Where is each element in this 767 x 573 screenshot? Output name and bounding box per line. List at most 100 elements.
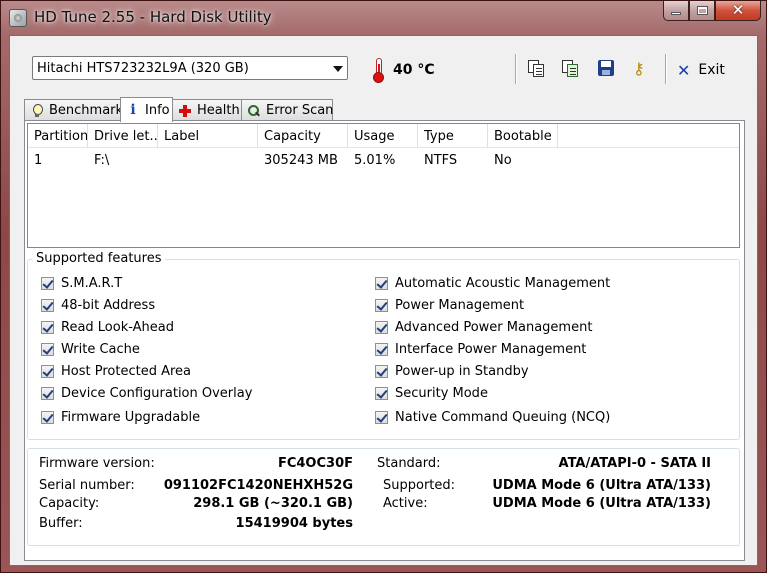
exit-label: Exit [698, 62, 725, 78]
feature-label: Interface Power Management [395, 342, 587, 357]
checkbox[interactable] [41, 365, 54, 378]
checkbox[interactable] [375, 387, 388, 400]
copy-info-icon[interactable] [526, 58, 546, 78]
lightbulb-icon [30, 103, 44, 118]
partition-cell: 1 [34, 153, 43, 168]
column-header[interactable]: Label [158, 124, 258, 148]
capacity-label: Capacity: [39, 496, 100, 511]
feature-checkbox-row[interactable]: Device Configuration Overlay [41, 386, 252, 401]
serial-value: 091102FC1420NEHXH52G [163, 478, 353, 493]
drive-select[interactable]: Hitachi HTS723232L9A (320 GB) [32, 56, 348, 80]
maximize-button[interactable] [689, 1, 715, 21]
feature-label: Automatic Acoustic Management [395, 276, 611, 291]
checkbox[interactable] [375, 411, 388, 424]
feature-label: Write Cache [61, 342, 140, 357]
feature-checkbox-row[interactable]: Power Management [375, 298, 524, 313]
save-icon[interactable] [596, 58, 616, 78]
main-client-area: Hitachi HTS723232L9A (320 GB) 40 °C ⚷ ✕ … [9, 35, 758, 566]
checkbox[interactable] [41, 277, 54, 290]
tab-label: Info [145, 102, 170, 118]
close-button[interactable]: ✕ [715, 1, 761, 21]
maximize-icon [696, 6, 708, 15]
health-cross-icon [178, 104, 192, 118]
temperature-readout: 40 °C [393, 62, 435, 78]
checkbox[interactable] [375, 299, 388, 312]
feature-checkbox-row[interactable]: Write Cache [41, 342, 140, 357]
feature-checkbox-row[interactable]: Firmware Upgradable [41, 410, 200, 425]
feature-checkbox-row[interactable]: Read Look-Ahead [41, 320, 174, 335]
column-header[interactable]: Drive let... [88, 124, 158, 148]
minimize-icon [671, 12, 681, 15]
thermometer-icon [372, 58, 386, 83]
serial-label: Serial number: [39, 478, 135, 493]
feature-checkbox-row[interactable]: Automatic Acoustic Management [375, 276, 610, 291]
feature-label: S.M.A.R.T [61, 276, 123, 291]
info-icon: i [130, 102, 136, 118]
tab-label: Error Scan [266, 103, 334, 118]
drive-letter-cell: F:\ [94, 153, 110, 168]
hdtune-app-icon[interactable] [9, 9, 27, 27]
feature-checkbox-row[interactable]: 48-bit Address [41, 298, 155, 313]
feature-label: Device Configuration Overlay [61, 386, 253, 401]
column-header[interactable]: Bootable [488, 124, 558, 148]
exit-icon: ✕ [677, 60, 691, 80]
feature-checkbox-row[interactable]: Interface Power Management [375, 342, 586, 357]
chevron-down-icon[interactable] [333, 66, 343, 72]
drive-details: Firmware version: FC4OC30F Serial number… [27, 448, 740, 546]
checkbox[interactable] [41, 321, 54, 334]
feature-label: Host Protected Area [61, 364, 191, 379]
feature-checkbox-row[interactable]: Power-up in Standby [375, 364, 529, 379]
close-icon: ✕ [731, 1, 745, 19]
feature-checkbox-row[interactable]: S.M.A.R.T [41, 276, 122, 291]
feature-label: Read Look-Ahead [61, 320, 175, 335]
toolbar-separator [515, 54, 516, 84]
checkbox[interactable] [375, 321, 388, 334]
tab-error-scan[interactable]: Error Scan [241, 99, 333, 121]
copy-icon[interactable] [560, 58, 580, 78]
window-title: HD Tune 2.55 - Hard Disk Utility [34, 8, 272, 26]
tab-health[interactable]: Health [172, 99, 242, 121]
tab-label: Health [197, 103, 240, 118]
standard-value: ATA/ATAPI-0 - SATA II [558, 456, 711, 471]
checkbox[interactable] [375, 365, 388, 378]
feature-label: Power-up in Standby [395, 364, 529, 379]
partition-list-header: Partition Drive let... Label Capacity Us… [28, 124, 739, 148]
checkbox[interactable] [375, 277, 388, 290]
options-icon[interactable]: ⚷ [632, 58, 652, 78]
feature-checkbox-row[interactable]: Native Command Queuing (NCQ) [375, 410, 610, 425]
title-bar[interactable]: HD Tune 2.55 - Hard Disk Utility ✕ [1, 1, 766, 35]
checkbox[interactable] [41, 299, 54, 312]
feature-label: Advanced Power Management [395, 320, 593, 335]
app-window: HD Tune 2.55 - Hard Disk Utility ✕ Hitac… [0, 0, 767, 573]
checkbox[interactable] [41, 387, 54, 400]
capacity-value: 298.1 GB (~320.1 GB) [193, 496, 353, 511]
active-mode-value: UDMA Mode 6 (Ultra ATA/133) [492, 496, 711, 511]
group-title: Supported features [32, 251, 166, 266]
window-controls: ✕ [663, 1, 761, 23]
toolbar-separator [665, 54, 666, 84]
checkbox[interactable] [375, 343, 388, 356]
firmware-label: Firmware version: [39, 456, 155, 471]
bootable-cell: No [494, 153, 512, 168]
feature-checkbox-row[interactable]: Host Protected Area [41, 364, 191, 379]
column-header[interactable]: Partition [28, 124, 88, 148]
partition-list[interactable]: Partition Drive let... Label Capacity Us… [27, 123, 740, 248]
info-tab-panel: Partition Drive let... Label Capacity Us… [24, 120, 745, 561]
usage-cell: 5.01% [354, 153, 396, 168]
feature-label: Security Mode [395, 386, 488, 401]
minimize-button[interactable] [663, 1, 689, 21]
magnifier-icon [247, 104, 261, 118]
column-header[interactable]: Type [418, 124, 488, 148]
exit-button[interactable]: ✕ Exit [677, 59, 725, 81]
column-header[interactable]: Usage [348, 124, 418, 148]
feature-checkbox-row[interactable]: Advanced Power Management [375, 320, 592, 335]
feature-label: Firmware Upgradable [61, 410, 201, 425]
checkbox[interactable] [41, 343, 54, 356]
checkbox[interactable] [41, 411, 54, 424]
tab-info[interactable]: i Info [120, 97, 173, 122]
tab-benchmark[interactable]: Benchmark [24, 99, 123, 121]
feature-label: Native Command Queuing (NCQ) [395, 410, 611, 425]
feature-checkbox-row[interactable]: Security Mode [375, 386, 488, 401]
supported-mode-label: Supported: [383, 478, 456, 493]
column-header[interactable]: Capacity [258, 124, 348, 148]
